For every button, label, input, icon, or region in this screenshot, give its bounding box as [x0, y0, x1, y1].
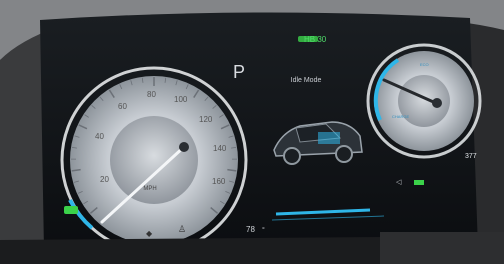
vent-blur: [380, 232, 504, 264]
instrument-cluster-photo: 20 40 60 80 100 120 140 160 MPH ♙ ◆ P HB…: [0, 0, 504, 264]
speed-tick-label: 100: [174, 95, 188, 104]
top-status: HB 30: [304, 35, 327, 44]
range-readout: 377: [465, 153, 477, 160]
power-label: ECO: [420, 62, 429, 67]
gear-indicator: P: [233, 62, 245, 82]
speedometer: 20 40 60 80 100 120 140 160 MPH ♙ ◆: [60, 66, 248, 254]
speed-tick-label: 120: [199, 115, 213, 124]
green-indicator-icon: [64, 206, 78, 214]
sign-icon: ◆: [146, 229, 153, 238]
speed-tick-label: 40: [95, 132, 104, 141]
seatbelt-icon: ♙: [178, 224, 186, 234]
power-gauge-hub: [398, 75, 450, 127]
green-indicator-icon: [414, 180, 424, 185]
degree-icon: °: [262, 226, 265, 234]
speaker-icon: ◁: [396, 179, 402, 186]
power-gauge-needle-cap: [432, 98, 442, 108]
speed-tick-label: 140: [213, 144, 227, 153]
speed-unit: MPH: [143, 186, 156, 192]
speed-tick-label: 60: [118, 102, 127, 111]
speed-tick-label: 80: [147, 90, 156, 99]
temperature-readout: 78: [246, 225, 255, 234]
power-label: CHARGE: [392, 114, 409, 119]
speedometer-needle-cap: [179, 142, 189, 152]
power-gauge: ECO CHARGE: [366, 43, 482, 159]
speed-tick-label: 20: [100, 175, 109, 184]
drive-mode: Idle Mode: [291, 77, 322, 84]
speed-tick-label: 160: [212, 177, 226, 186]
